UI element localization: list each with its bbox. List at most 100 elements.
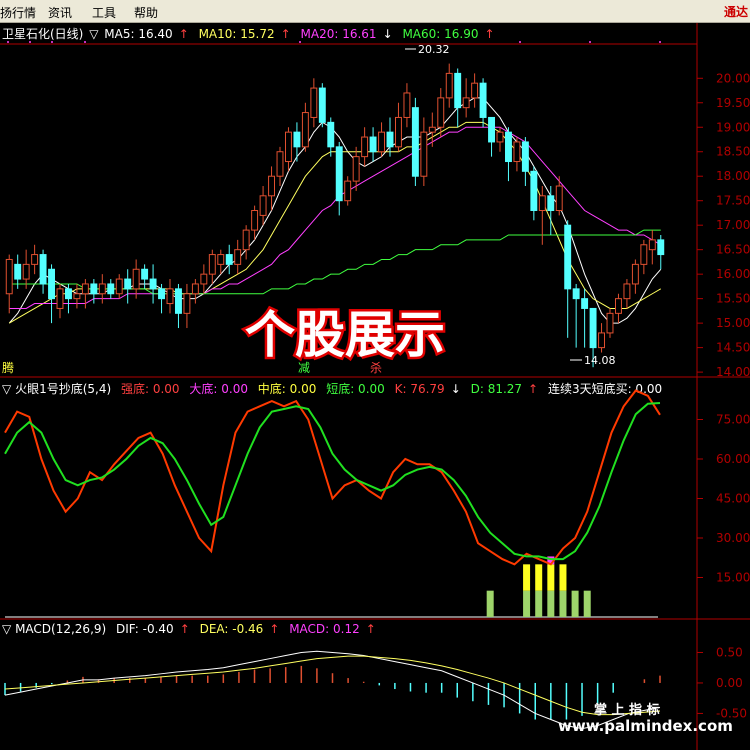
- price-tick-label: 15.50: [716, 292, 750, 306]
- low-label: 14.08: [584, 354, 616, 367]
- mid-bottom-bar: [547, 564, 555, 591]
- candle-up: [598, 332, 605, 349]
- candle-up: [606, 312, 614, 334]
- candle-up: [81, 283, 89, 295]
- candle-up: [437, 97, 445, 128]
- price-tick-label: 15.00: [716, 316, 750, 330]
- top-marker-dot: [7, 41, 9, 43]
- candle-down: [141, 268, 149, 280]
- top-marker-dot: [589, 41, 591, 43]
- top-marker-dot: [51, 41, 53, 43]
- short-bottom-bar: [571, 590, 579, 617]
- candle-down: [149, 278, 157, 290]
- kd-tick-label: 45.00: [716, 492, 750, 506]
- low-annotation: 14.08: [570, 354, 616, 367]
- candle-up: [471, 82, 479, 99]
- candle-up: [251, 210, 259, 231]
- mid-bottom-bar: [535, 564, 543, 591]
- overlay-headline: 个股展示: [245, 306, 445, 364]
- price-tick-label: 14.00: [716, 365, 750, 379]
- candle-down: [488, 116, 496, 143]
- watermark-url: www.palmindex.com: [558, 717, 733, 735]
- candle-up: [56, 288, 64, 309]
- short-bottom-bar: [583, 590, 591, 617]
- candle-up: [310, 87, 318, 118]
- short-bottom-bar: [559, 590, 567, 617]
- ma10-line: [8, 121, 662, 324]
- price-tick-label: 19.50: [716, 96, 750, 110]
- candle-down: [454, 72, 462, 109]
- candle-up: [301, 112, 309, 148]
- candle-down: [589, 307, 597, 349]
- ma20-line: [9, 126, 662, 309]
- candle-down: [48, 268, 56, 300]
- candle-up: [555, 185, 563, 212]
- candle-down: [318, 87, 326, 123]
- candle-down: [225, 254, 233, 265]
- kd-tick-label: 15.00: [716, 571, 750, 585]
- ma60-line: [9, 229, 661, 295]
- price-tick-label: 16.50: [716, 243, 750, 257]
- price-tick-label: 17.00: [716, 218, 750, 232]
- top-marker-dot: [84, 41, 86, 43]
- candle-up: [276, 151, 284, 177]
- candle-down: [335, 146, 343, 202]
- short-bottom-bar: [486, 590, 494, 617]
- candle-up: [538, 195, 546, 211]
- candle-up: [285, 131, 292, 163]
- candle-up: [217, 254, 225, 265]
- candle-up: [166, 288, 174, 305]
- candle-up: [420, 131, 428, 177]
- candle-up: [132, 268, 140, 290]
- candle-down: [547, 195, 555, 211]
- candle-up: [259, 195, 267, 216]
- candle-down: [107, 283, 115, 295]
- candle-up: [513, 141, 521, 163]
- kd-tick-label: 60.00: [716, 452, 750, 466]
- candle-up: [234, 249, 242, 265]
- macd-tick-label: 0.00: [716, 676, 743, 690]
- candle-down: [39, 254, 47, 285]
- candle-up: [648, 239, 656, 251]
- candle-up: [98, 283, 106, 295]
- candle-up: [352, 156, 360, 182]
- high-annotation: 20.32: [405, 43, 450, 56]
- candle-down: [572, 288, 580, 300]
- candle-down: [369, 136, 377, 153]
- price-tick-label: 18.50: [716, 145, 750, 159]
- candle-up: [268, 175, 276, 197]
- candle-up: [640, 244, 648, 265]
- candle-down: [65, 288, 72, 300]
- macd-tick-label: 0.50: [716, 645, 743, 659]
- candle-up: [31, 254, 39, 265]
- candle-up: [631, 263, 639, 285]
- candle-up: [22, 263, 30, 280]
- candle-down: [505, 131, 512, 163]
- candle-down: [175, 288, 182, 314]
- watermark-title: 掌 上 指 标: [594, 702, 660, 718]
- top-marker-dot: [29, 41, 31, 43]
- mid-bottom-bar: [559, 564, 567, 591]
- mid-bottom-bar: [523, 564, 531, 591]
- candle-up: [403, 92, 411, 118]
- chart-canvas[interactable]: 20.00 19.50 19.00 18.50 18.00 17.50 17.00 16.50…: [0, 0, 750, 750]
- candle-up: [183, 293, 191, 314]
- candle-down: [564, 224, 572, 290]
- candle-up: [623, 283, 631, 300]
- kd-tick-label: 30.00: [716, 531, 750, 545]
- candle-down: [293, 131, 301, 148]
- candle-down: [657, 239, 665, 256]
- candle-down: [581, 298, 589, 309]
- kd-tick-label: 75.00: [716, 413, 750, 427]
- candle-up: [115, 278, 123, 295]
- top-marker-dot: [299, 41, 301, 43]
- short-bottom-bar: [547, 590, 555, 617]
- candle-down: [158, 288, 165, 300]
- candle-up: [242, 229, 250, 251]
- candle-up: [191, 283, 199, 295]
- price-tick-label: 14.50: [716, 341, 750, 355]
- candle-up: [73, 293, 81, 300]
- candle-up: [462, 97, 470, 109]
- candle-up: [200, 273, 208, 285]
- price-tick-label: 19.00: [716, 120, 750, 134]
